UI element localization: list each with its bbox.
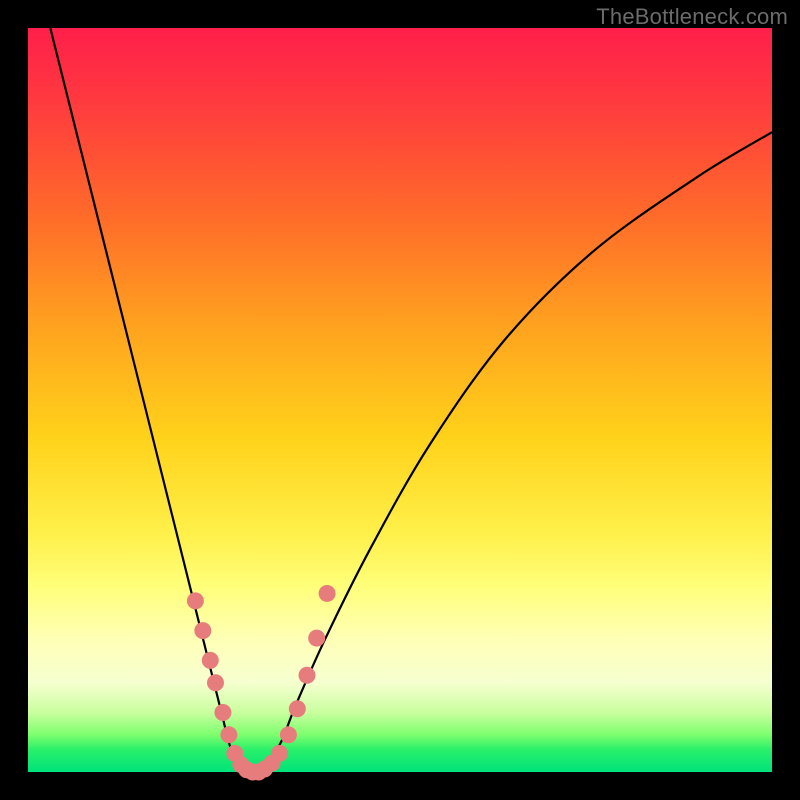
marker-dot bbox=[214, 704, 231, 721]
chart-frame: TheBottleneck.com bbox=[0, 0, 800, 800]
marker-dot bbox=[271, 745, 288, 762]
watermark-text: TheBottleneck.com bbox=[596, 4, 788, 30]
marker-dot bbox=[299, 667, 316, 684]
curve-markers bbox=[187, 585, 336, 781]
marker-dot bbox=[207, 674, 224, 691]
marker-dot bbox=[289, 700, 306, 717]
marker-dot bbox=[308, 630, 325, 647]
marker-dot bbox=[220, 726, 237, 743]
marker-dot bbox=[319, 585, 336, 602]
marker-dot bbox=[202, 652, 219, 669]
plot-area bbox=[28, 28, 772, 772]
marker-dot bbox=[194, 622, 211, 639]
marker-dot bbox=[280, 726, 297, 743]
curve-svg bbox=[28, 28, 772, 772]
bottleneck-curve bbox=[50, 28, 772, 773]
marker-dot bbox=[187, 592, 204, 609]
